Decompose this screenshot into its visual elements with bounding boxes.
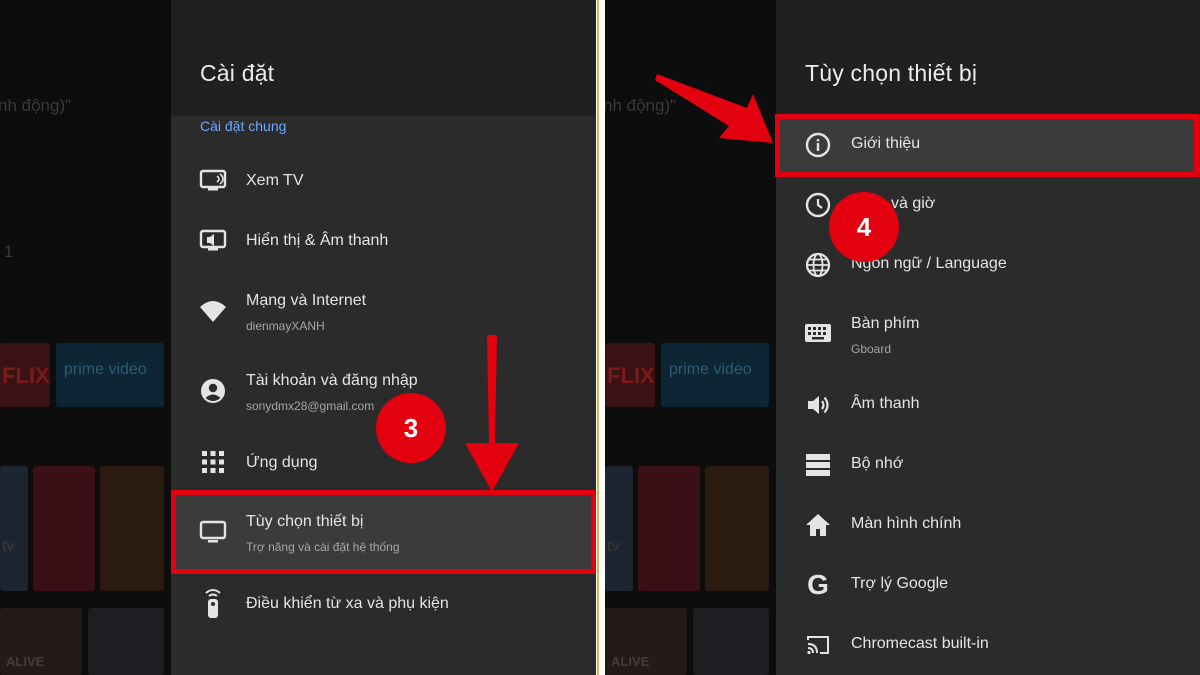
background-poster	[605, 466, 633, 591]
menu-item-display-sound[interactable]: Hiển thị & Âm thanh	[171, 210, 596, 270]
netflix-tile: FLIX	[605, 343, 655, 407]
storage-icon	[803, 450, 833, 480]
cast-icon	[803, 630, 833, 660]
wifi-icon	[198, 296, 228, 326]
globe-icon	[803, 250, 833, 280]
tv-icon	[198, 165, 228, 195]
divider-accent	[597, 0, 599, 675]
arrow-down-icon	[465, 335, 519, 492]
google-icon: G	[807, 569, 829, 600]
prime-video-tile: prime video	[661, 343, 769, 407]
volume-icon	[803, 390, 833, 420]
arrow-right-icon	[655, 74, 773, 143]
menu-item-remotes-accessories[interactable]: Điều khiển từ xa và phụ kiện	[171, 575, 596, 635]
panel-header: Cài đặt	[171, 0, 596, 116]
background-poster: ALIVE	[0, 608, 82, 675]
background-poster	[0, 466, 28, 591]
background-poster	[33, 466, 95, 591]
left-screenshot: nh động)" 1 FLIX prime video tv ALIVE Cà…	[0, 0, 596, 675]
prime-video-tile: prime video	[56, 343, 164, 407]
device-preferences-panel: Tùy chọn thiết bị Giới thiệu và giờ Ngôn…	[776, 0, 1200, 675]
highlight-box	[171, 490, 596, 574]
menu-item-sound[interactable]: Âm thanh	[776, 376, 1200, 434]
menu-item-google-assistant[interactable]: G Trợ lý Google	[776, 556, 1200, 614]
background-tv-label: tv	[607, 538, 620, 555]
keyboard-icon	[803, 318, 833, 348]
background-poster	[693, 608, 769, 675]
page-title: Tùy chọn thiết bị	[805, 60, 978, 86]
account-icon	[198, 376, 228, 406]
menu-item-keyboard[interactable]: Bàn phím Gboard	[776, 300, 1200, 368]
background-poster: ALIVE	[605, 608, 687, 675]
background-number: 1	[4, 242, 14, 261]
panel-header: Tùy chọn thiết bị	[776, 0, 1200, 116]
menu-item-storage[interactable]: Bộ nhớ	[776, 436, 1200, 494]
apps-grid-icon	[198, 447, 228, 477]
step-badge: 3	[376, 393, 446, 463]
step-badge: 4	[829, 192, 899, 262]
netflix-tile: FLIX	[0, 343, 50, 407]
page-title: Cài đặt	[200, 60, 275, 86]
section-label: Cài đặt chung	[200, 118, 287, 134]
highlight-box	[775, 114, 1199, 177]
menu-item-chromecast[interactable]: Chromecast built-in	[776, 616, 1200, 674]
remote-icon	[198, 588, 228, 618]
background-poster	[705, 466, 769, 591]
clock-icon	[803, 190, 833, 220]
display-sound-icon	[198, 225, 228, 255]
background-text: nh động)"	[0, 96, 72, 115]
menu-item-home-screen[interactable]: Màn hình chính	[776, 496, 1200, 554]
background-poster	[88, 608, 164, 675]
background-poster	[100, 466, 164, 591]
home-icon	[803, 510, 833, 540]
menu-item-watch-tv[interactable]: Xem TV	[171, 150, 596, 210]
menu-item-network[interactable]: Mạng và Internet dienmayXANH	[171, 280, 596, 350]
right-screenshot: nh động)" FLIX prime video tv ALIVE Tùy …	[605, 0, 1200, 675]
background-tv-label: tv	[2, 538, 15, 555]
background-poster	[638, 466, 700, 591]
